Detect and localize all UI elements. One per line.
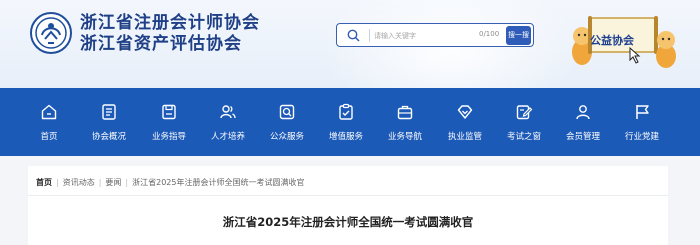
home-icon	[41, 104, 57, 120]
association-emblem-icon[interactable]	[30, 12, 72, 54]
flag-icon	[636, 105, 649, 119]
breadcrumb-divider	[28, 195, 668, 196]
breadcrumb: 首页 | 资讯动态 | 要闻 | 浙江省2025年注册会计师全国统一考试圆满收官	[36, 177, 304, 189]
diamond-icon	[457, 105, 473, 119]
nav-label: 增值服务	[328, 132, 363, 142]
search-box: 0/100 搜一搜	[336, 23, 534, 47]
search-doc-icon	[279, 104, 295, 120]
nav-label: 协会概况	[91, 132, 126, 142]
search-separator	[369, 29, 370, 42]
nav-item-about[interactable]: 协会概况	[80, 88, 138, 156]
nav-item-party[interactable]: 行业党建	[613, 88, 671, 156]
breadcrumb-separator: |	[125, 178, 129, 187]
breadcrumb-level1[interactable]: 资讯动态	[63, 177, 95, 188]
org-name-cpa: 浙江省注册会计师协会	[80, 13, 260, 33]
nav-item-talent[interactable]: 人才培养	[199, 88, 257, 156]
breadcrumb-separator: |	[56, 178, 59, 187]
nav-label: 业务导航	[387, 132, 422, 142]
checklist-icon	[339, 103, 353, 120]
breadcrumb-current: 浙江省2025年注册会计师全国统一考试圆满收官	[132, 178, 305, 187]
nav-label: 行业党建	[624, 132, 659, 142]
breadcrumb-home[interactable]: 首页	[36, 177, 52, 188]
search-icon[interactable]	[346, 28, 361, 43]
edit-icon	[516, 105, 533, 120]
nav-label: 会员管理	[565, 132, 600, 142]
public-welfare-banner[interactable]: 公益协会	[568, 8, 684, 78]
nav-item-supervision[interactable]: 执业监管	[436, 88, 494, 156]
org-name-appraisal: 浙江省资产评估协会	[80, 34, 242, 54]
search-char-count: 0/100	[479, 30, 500, 38]
document-icon	[102, 104, 116, 120]
nav-item-guidance[interactable]: 业务指导	[140, 88, 198, 156]
nav-label: 人才培养	[210, 132, 245, 142]
nav-item-members[interactable]: 会员管理	[554, 88, 612, 156]
briefcase-icon	[397, 105, 413, 120]
nav-item-business-nav[interactable]: 业务导航	[376, 88, 434, 156]
member-icon	[576, 105, 590, 120]
nav-label: 首页	[40, 132, 58, 142]
nav-label: 公众服务	[269, 132, 304, 142]
nav-item-public-service[interactable]: 公众服务	[258, 88, 316, 156]
public-welfare-label[interactable]: 公益协会	[590, 32, 634, 48]
nav-item-value-added[interactable]: 增值服务	[317, 88, 375, 156]
article-title: 浙江省2025年注册会计师全国统一考试圆满收官	[222, 215, 474, 229]
breadcrumb-separator: |	[98, 178, 102, 187]
site-header: 浙江省注册会计师协会 浙江省资产评估协会 0/100 搜一搜	[0, 0, 700, 88]
search-button[interactable]: 搜一搜	[506, 26, 531, 45]
nav-item-exam[interactable]: 考试之窗	[495, 88, 553, 156]
nav-label: 执业监管	[447, 132, 482, 142]
people-icon	[220, 105, 236, 119]
breadcrumb-level2[interactable]: 要闻	[105, 177, 121, 188]
org-names: 浙江省注册会计师协会 浙江省资产评估协会	[80, 13, 260, 55]
nav-label: 业务指导	[151, 132, 186, 142]
save-icon	[162, 104, 176, 120]
search-input[interactable]	[374, 27, 474, 44]
nav-label: 考试之窗	[506, 132, 541, 142]
nav-item-home[interactable]: 首页	[20, 88, 78, 156]
main-nav: 首页 协会概况 业务指导 人才培养 公众服务 增值服务 业务导航 执业监管 考试…	[0, 88, 700, 156]
